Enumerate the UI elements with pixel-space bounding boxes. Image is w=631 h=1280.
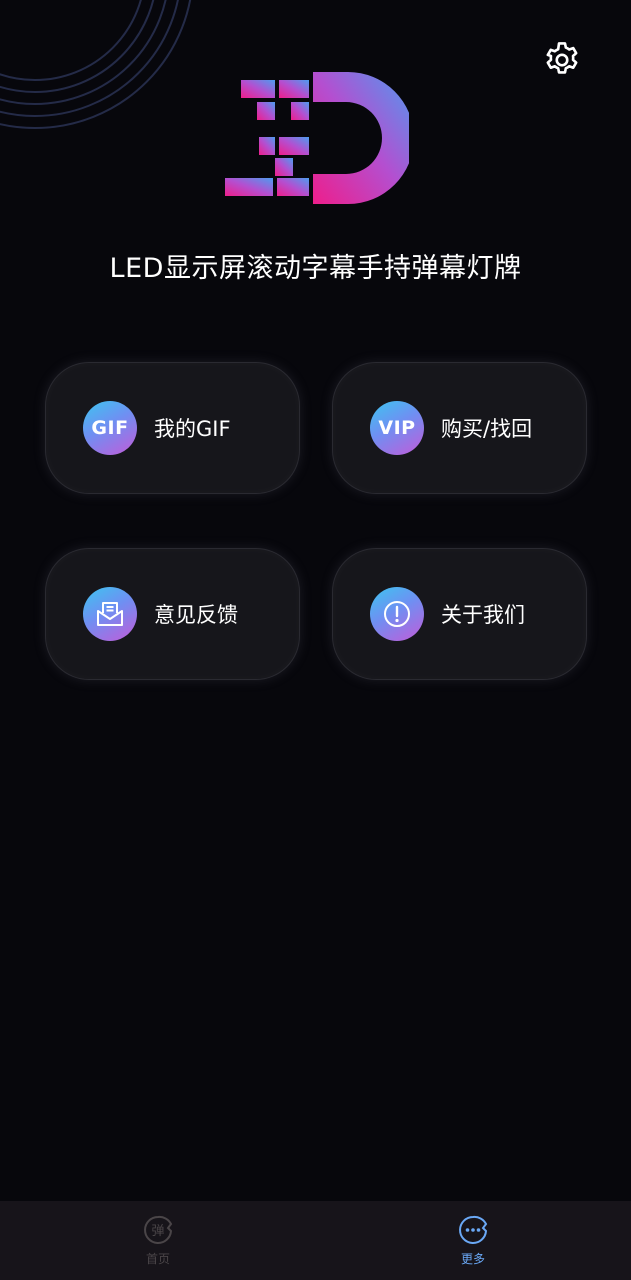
tab-more-label: 更多 — [460, 1252, 485, 1266]
tab-home-label: 首页 — [145, 1252, 170, 1266]
app-title: LED显示屏滚动字幕手持弹幕灯牌 — [109, 253, 522, 284]
vip-badge-icon: VIP — [370, 401, 424, 455]
purchase-restore-button[interactable]: VIP 购买/找回 — [332, 362, 587, 494]
more-icon — [459, 1215, 488, 1244]
purchase-restore-label: 购买/找回 — [441, 417, 533, 441]
about-us-label: 关于我们 — [441, 603, 525, 627]
gear-icon — [546, 42, 578, 74]
bottom-tab-bar: 弹 首页 更多 — [0, 1201, 631, 1280]
my-gif-label: 我的GIF — [154, 417, 231, 441]
feedback-label: 意见反馈 — [154, 603, 238, 627]
tab-home[interactable]: 弹 首页 — [98, 1201, 218, 1280]
info-icon — [370, 587, 424, 641]
tab-more[interactable]: 更多 — [413, 1201, 533, 1280]
settings-button[interactable] — [539, 37, 585, 83]
mail-icon — [83, 587, 137, 641]
app-logo — [225, 72, 409, 204]
feedback-button[interactable]: 意见反馈 — [45, 548, 300, 680]
my-gif-button[interactable]: GIF 我的GIF — [45, 362, 300, 494]
bullet-comment-icon: 弹 — [144, 1215, 173, 1244]
about-us-button[interactable]: 关于我们 — [332, 548, 587, 680]
svg-text:弹: 弹 — [151, 1224, 164, 1239]
decorative-rings — [0, 0, 192, 129]
gif-badge-icon: GIF — [83, 401, 137, 455]
